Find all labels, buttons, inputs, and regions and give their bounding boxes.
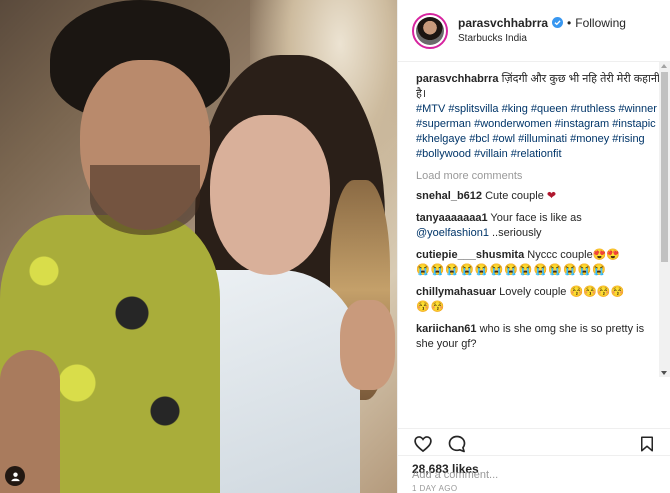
add-comment-input[interactable]: [412, 468, 656, 481]
comment-username[interactable]: snehal_b612: [416, 190, 482, 202]
comment-item: tanyaaaaaaa1 Your face is like as @yoelf…: [416, 212, 582, 239]
scrollbar-thumb[interactable]: [661, 72, 668, 262]
following-button[interactable]: Following: [575, 15, 626, 31]
comment-username[interactable]: cutiepie___shusmita: [416, 249, 524, 261]
instagram-post: parasvchhabrra • Following Starbucks Ind…: [0, 0, 670, 493]
post-header: parasvchhabrra • Following Starbucks Ind…: [398, 0, 670, 62]
action-bar: [398, 428, 670, 458]
load-more-comments-link[interactable]: Load more comments: [416, 170, 660, 182]
heart-icon[interactable]: [412, 433, 434, 455]
comment-username[interactable]: tanyaaaaaaa1: [416, 212, 488, 224]
caption-username[interactable]: parasvchhabrra: [416, 73, 499, 85]
heart-emoji: ❤: [546, 190, 557, 202]
username-link[interactable]: parasvchhabrra: [458, 15, 548, 31]
location-link[interactable]: Starbucks India: [458, 31, 626, 47]
post-side-panel: parasvchhabrra • Following Starbucks Ind…: [397, 0, 670, 493]
comment-item: kariichan61 who is she omg she is so pre…: [416, 323, 645, 350]
add-comment-bar: [398, 455, 670, 493]
caption-hashtags[interactable]: #MTV #splitsvilla #king #queen #ruthless…: [416, 102, 660, 162]
post-photo[interactable]: [0, 0, 397, 493]
comments-list[interactable]: parasvchhabrra ज़िंदगी और कुछ भी नहि तेर…: [398, 62, 670, 428]
avatar[interactable]: [412, 12, 448, 49]
comment-username[interactable]: kariichan61: [416, 323, 477, 335]
mention-link[interactable]: @yoelfashion1: [416, 227, 489, 239]
comment-bubble-icon[interactable]: [446, 433, 468, 455]
comment-item: cutiepie___shusmita Nyccc couple😍😍 😭😭😭😭😭…: [416, 249, 621, 276]
comments-scrollbar[interactable]: [659, 62, 670, 377]
user-tag-icon[interactable]: [5, 466, 25, 486]
comment-item: chillymahasuar Lovely couple 😚😚😚😚 😚😚: [416, 286, 625, 313]
comment-item: snehal_b612 Cute couple ❤: [416, 190, 557, 202]
comment-username[interactable]: chillymahasuar: [416, 286, 496, 298]
verified-badge-icon: [552, 17, 564, 28]
post-caption: parasvchhabrra ज़िंदगी और कुछ भी नहि तेर…: [416, 72, 660, 162]
bookmark-icon[interactable]: [636, 433, 658, 455]
